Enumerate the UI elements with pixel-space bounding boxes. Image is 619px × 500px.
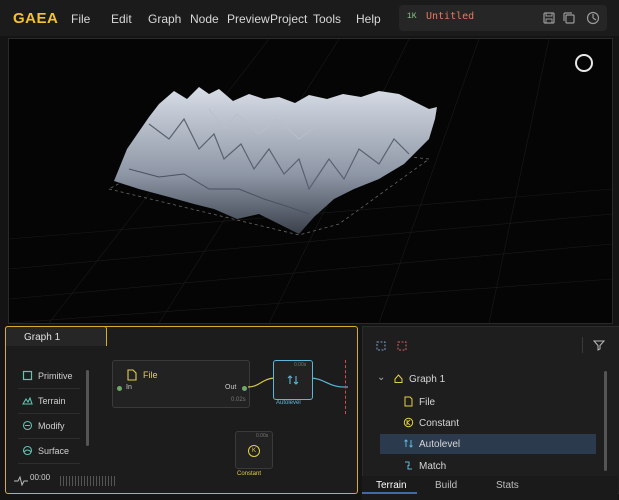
tree-root-label: Graph 1 bbox=[409, 374, 446, 385]
bottom-tabs: Terrain Build Stats bbox=[362, 476, 618, 500]
toolbar-divider bbox=[582, 337, 583, 353]
tree-item-label: Constant bbox=[419, 418, 460, 429]
frame-icon[interactable] bbox=[376, 341, 386, 351]
autolevel-icon bbox=[287, 375, 299, 385]
node-time: 0.00s bbox=[294, 362, 307, 368]
file-icon bbox=[404, 396, 413, 407]
tree-scrollbar[interactable] bbox=[604, 371, 607, 471]
autolevel-node-label: Autolevel bbox=[276, 400, 301, 406]
autolevel-node[interactable]: 0.00s bbox=[273, 360, 313, 400]
tree-item-label: File bbox=[419, 397, 436, 408]
offscreen-node-edge bbox=[345, 360, 351, 414]
tree-item-autolevel[interactable]: Autolevel bbox=[380, 434, 596, 454]
tree-item-label: Match bbox=[419, 461, 447, 472]
node-time: 0.00s bbox=[256, 433, 269, 439]
active-tab-indicator bbox=[362, 492, 417, 494]
pulse-icon bbox=[14, 476, 28, 486]
constant-icon bbox=[403, 417, 414, 428]
graph-icon bbox=[394, 374, 403, 383]
properties-panel: ⌄ Graph 1 File Constant Autolevel Match bbox=[362, 326, 619, 494]
timeline-ruler[interactable] bbox=[60, 476, 116, 486]
tree-item-file[interactable]: File bbox=[377, 392, 597, 412]
tree-item-constant[interactable]: Constant bbox=[377, 413, 597, 433]
constant-node[interactable]: 0.00s K bbox=[235, 431, 273, 469]
tab-terrain[interactable]: Terrain bbox=[376, 480, 407, 491]
constant-node-label: Constant bbox=[237, 471, 262, 477]
autolevel-icon bbox=[404, 439, 413, 448]
chevron-down-icon[interactable]: ⌄ bbox=[377, 372, 385, 383]
isolate-icon[interactable] bbox=[397, 341, 407, 351]
tab-build[interactable]: Build bbox=[435, 480, 457, 491]
tree-root-graph-1[interactable]: ⌄ Graph 1 bbox=[377, 369, 597, 389]
tree-item-label: Autolevel bbox=[419, 439, 461, 450]
tab-stats[interactable]: Stats bbox=[496, 480, 519, 491]
tree-item-match[interactable]: Match bbox=[377, 456, 597, 476]
match-icon bbox=[405, 461, 412, 470]
status-time: 00:00 bbox=[30, 473, 51, 482]
constant-icon: K bbox=[248, 445, 260, 457]
filter-icon[interactable] bbox=[593, 339, 605, 351]
